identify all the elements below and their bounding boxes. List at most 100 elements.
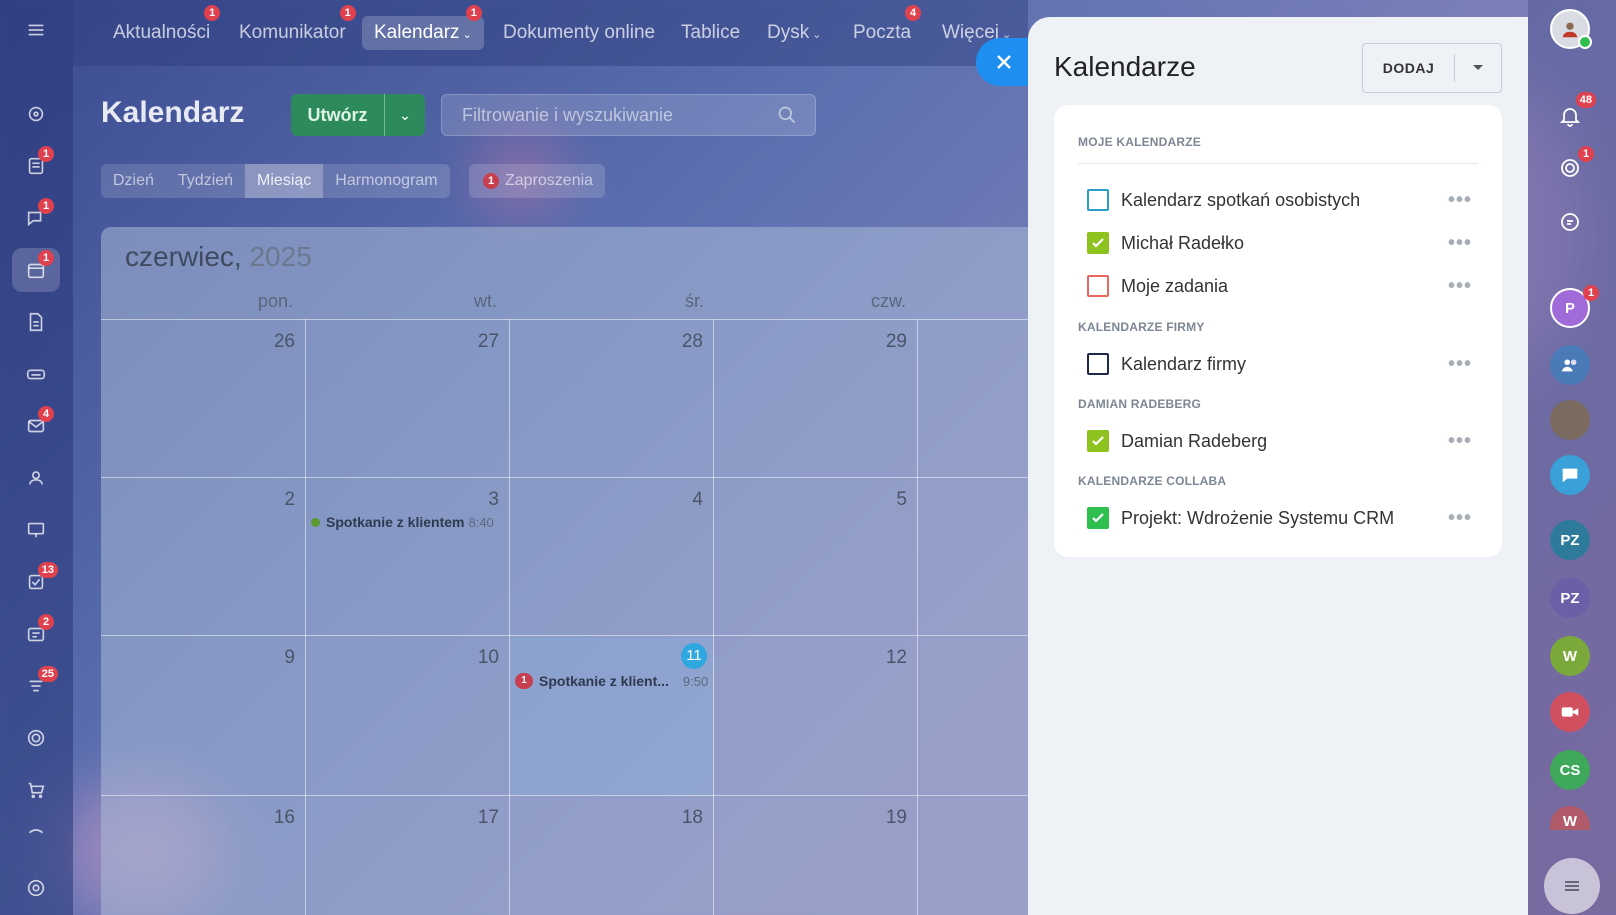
day-number[interactable]: 3 [459, 489, 499, 511]
calendar-item[interactable]: Michał Radełko ••• [1087, 226, 1477, 260]
list-menu-button[interactable] [1544, 858, 1600, 914]
more-options-icon[interactable]: ••• [1443, 232, 1477, 255]
dropdown-arrow-icon[interactable] [1455, 44, 1501, 92]
day-number[interactable]: 17 [459, 807, 499, 829]
calendar-event[interactable]: 1 Spotkanie z klient... 9:50 [515, 673, 708, 689]
event-title: Spotkanie z klientem [326, 514, 465, 530]
calendar-checkbox[interactable] [1087, 275, 1109, 297]
nav-item-messenger[interactable]: Komunikator 1 [227, 5, 358, 50]
add-button[interactable]: DODAJ [1362, 43, 1502, 93]
calendar-item[interactable]: Kalendarz firmy ••• [1087, 347, 1477, 381]
more-options-icon[interactable]: ••• [1443, 275, 1477, 298]
grid-line [917, 319, 918, 915]
checkmark-icon [1092, 238, 1104, 248]
nav-item-mail[interactable]: Poczta 4 [841, 5, 923, 50]
crm-icon[interactable]: 2 [12, 612, 60, 656]
section-title: MOJE KALENDARZE [1078, 135, 1202, 149]
collapse-icon[interactable] [12, 820, 60, 840]
mail-icon[interactable]: 4 [12, 404, 60, 448]
chat-avatar[interactable]: PZ [1550, 520, 1590, 560]
more-options-icon[interactable]: ••• [1443, 353, 1477, 376]
chevron-down-icon[interactable]: ⌄ [385, 94, 425, 136]
goals-badge: 1 [1578, 146, 1594, 162]
calendar-checkbox[interactable] [1087, 507, 1109, 529]
day-number[interactable]: 27 [459, 331, 499, 353]
chat-avatar[interactable] [1550, 455, 1590, 495]
day-number[interactable]: 12 [867, 647, 907, 669]
goals-icon[interactable]: 1 [1550, 146, 1594, 188]
nav-item-documents[interactable]: Dokumenty online [491, 16, 667, 50]
chat-avatar[interactable]: W [1550, 806, 1590, 830]
today-date[interactable]: 11 [681, 643, 707, 669]
day-number[interactable]: 10 [459, 647, 499, 669]
calendar-checkbox[interactable] [1087, 430, 1109, 452]
nav-item-drive[interactable]: Dysk ⌄ [755, 16, 833, 50]
calendar-icon[interactable]: 1 [12, 248, 60, 292]
calendar-item[interactable]: Damian Radeberg ••• [1087, 424, 1477, 458]
grid-line [713, 319, 714, 915]
tab-schedule[interactable]: Harmonogram [323, 164, 449, 198]
divider [1078, 163, 1478, 164]
user-avatar[interactable] [1550, 9, 1592, 49]
group-avatar[interactable] [1550, 345, 1590, 385]
tasks-icon[interactable]: 13 [12, 560, 60, 604]
tab-day[interactable]: Dzień [101, 164, 166, 198]
chat-icon[interactable]: 1 [12, 196, 60, 240]
day-number[interactable]: 18 [663, 807, 703, 829]
contacts-icon[interactable] [12, 456, 60, 500]
day-number[interactable]: 19 [867, 807, 907, 829]
calendar-event[interactable]: Spotkanie z klientem 8:40 [311, 514, 494, 530]
calendar-name: Projekt: Wdrożenie Systemu CRM [1121, 507, 1395, 528]
day-number[interactable]: 2 [255, 489, 295, 511]
more-options-icon[interactable]: ••• [1443, 507, 1477, 530]
nav-item-news[interactable]: Aktualności 1 [101, 5, 222, 50]
calendar-checkbox[interactable] [1087, 189, 1109, 211]
day-number[interactable]: 29 [867, 331, 907, 353]
calendar-item[interactable]: Projekt: Wdrożenie Systemu CRM ••• [1087, 501, 1477, 535]
settings-icon[interactable] [12, 866, 60, 910]
nav-item-boards[interactable]: Tablice [669, 16, 752, 50]
tab-week[interactable]: Tydzień [166, 164, 245, 198]
drive-icon[interactable] [12, 352, 60, 396]
funnel-icon[interactable]: 25 [12, 664, 60, 708]
video-call-avatar[interactable] [1550, 692, 1590, 732]
goals-icon[interactable] [12, 716, 60, 760]
grid-line [101, 319, 1031, 320]
chat-avatar[interactable]: CS [1550, 750, 1590, 790]
nav-item-calendar[interactable]: Kalendarz ⌄ 1 [362, 5, 484, 50]
day-number[interactable]: 16 [255, 807, 295, 829]
photo-avatar[interactable] [1550, 400, 1590, 440]
create-button[interactable]: Utwórz ⌄ [291, 94, 425, 136]
view-tabs: Dzień Tydzień Miesiąc Harmonogram [101, 164, 450, 198]
calendar-item[interactable]: Kalendarz spotkań osobistych ••• [1087, 183, 1477, 217]
event-badge: 1 [515, 673, 533, 689]
day-number[interactable]: 26 [255, 331, 295, 353]
feed-icon[interactable] [12, 92, 60, 136]
day-number[interactable]: 28 [663, 331, 703, 353]
search-chat-icon[interactable] [1550, 202, 1590, 242]
more-options-icon[interactable]: ••• [1443, 430, 1477, 453]
chat-avatar[interactable]: PZ [1550, 578, 1590, 618]
close-panel-button[interactable] [976, 38, 1032, 86]
calendar-item[interactable]: Moje zadania ••• [1087, 269, 1477, 303]
cart-icon[interactable] [12, 768, 60, 812]
day-number[interactable]: 4 [663, 489, 703, 511]
search-field[interactable] [441, 94, 816, 136]
documents-icon[interactable]: 1 [12, 144, 60, 188]
search-input[interactable] [462, 105, 762, 126]
more-options-icon[interactable]: ••• [1443, 189, 1477, 212]
notifications-icon[interactable]: 48 [1550, 92, 1596, 136]
menu-icon[interactable] [12, 8, 60, 52]
day-number[interactable]: 5 [867, 489, 907, 511]
chat-avatar[interactable]: W [1550, 636, 1590, 676]
day-number[interactable]: 9 [255, 647, 295, 669]
nav-label: Tablice [681, 22, 741, 43]
file-icon[interactable] [12, 300, 60, 344]
board-icon[interactable] [12, 508, 60, 552]
tab-month[interactable]: Miesiąc [245, 164, 324, 198]
invitations-button[interactable]: 1 Zaproszenia [469, 164, 606, 198]
calendar-name: Kalendarz firmy [1121, 353, 1247, 374]
calendar-checkbox[interactable] [1087, 353, 1109, 375]
calendar-checkbox[interactable] [1087, 232, 1109, 254]
search-icon[interactable] [777, 105, 797, 125]
